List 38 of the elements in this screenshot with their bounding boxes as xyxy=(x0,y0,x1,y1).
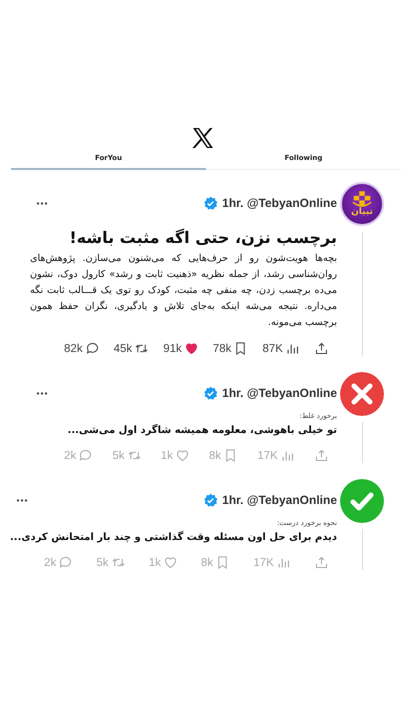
action-button[interactable]: 8k xyxy=(201,555,230,570)
post-meta: 1hr. @TebyanOnline xyxy=(222,386,337,400)
action-button[interactable]: 17K xyxy=(253,555,291,570)
action-button[interactable]: 17K xyxy=(257,448,295,463)
action-button[interactable] xyxy=(314,341,329,356)
share-icon xyxy=(314,448,329,463)
more-options-icon[interactable] xyxy=(36,390,48,396)
action-button[interactable]: 82k xyxy=(64,341,100,356)
action-button[interactable]: 5k xyxy=(112,448,142,463)
action-button[interactable]: 1k xyxy=(160,448,190,463)
cross-mark-icon[interactable] xyxy=(340,372,384,416)
action-button[interactable]: 91k xyxy=(163,341,199,356)
share-icon xyxy=(314,555,329,570)
x-logo-icon xyxy=(190,126,214,150)
action-button[interactable]: 2k xyxy=(44,555,74,570)
post-meta: 1hr. @TebyanOnline xyxy=(222,493,337,507)
speech-bubble-icon xyxy=(78,448,94,463)
more-options-icon[interactable] xyxy=(36,200,48,206)
speech-bubble-icon xyxy=(84,341,100,356)
speech-bubble-icon xyxy=(58,555,74,570)
action-button[interactable]: 78k xyxy=(212,341,248,356)
post-text: بچه‌ها هویت‌شون رو از حرف‌هایی که می‌شنون می‌سازن. پژوهش‌های روان‌شناسی رشد، از جمله نظریه «ذهنیت ثابت و رشد» کارول دوک، نشون می‌ده برچسب زدن، چه منفی چه مثبت، کودک رو توی یک قـــالب ثابت نگه می‌داره. نتیجه می‌شه اینکه به‌جای تلاش و یادگیری، نگران حفظ همون برچسب می‌مونه. xyxy=(30,252,337,330)
logo-text: تبیان xyxy=(351,208,373,217)
more-options-icon[interactable] xyxy=(16,498,28,502)
post-text: دیدم برای حل اون مسئله وقت گذاشتی و چند بار امتحانش کردی... xyxy=(10,532,337,543)
action-button[interactable]: 45k xyxy=(114,341,150,356)
check-mark-icon[interactable] xyxy=(340,479,384,523)
action-button[interactable]: 1k xyxy=(148,555,178,570)
action-button[interactable]: 2k xyxy=(64,448,94,463)
post-text: تو خیلی باهوشی، معلومه همیشه شاگرد اول می‌شی... xyxy=(66,425,337,436)
avatar[interactable]: تبیان xyxy=(340,182,384,226)
stacked-blocks-icon xyxy=(351,191,373,208)
action-button[interactable]: 8k xyxy=(209,448,238,463)
action-button[interactable]: 87K xyxy=(262,341,300,356)
post-meta: 1hr. @TebyanOnline xyxy=(222,196,337,210)
post-title: برچسب نزن، حتی اگه مثبت باشه! xyxy=(68,228,337,247)
share-icon xyxy=(314,341,329,356)
action-button[interactable]: 5k xyxy=(96,555,126,570)
